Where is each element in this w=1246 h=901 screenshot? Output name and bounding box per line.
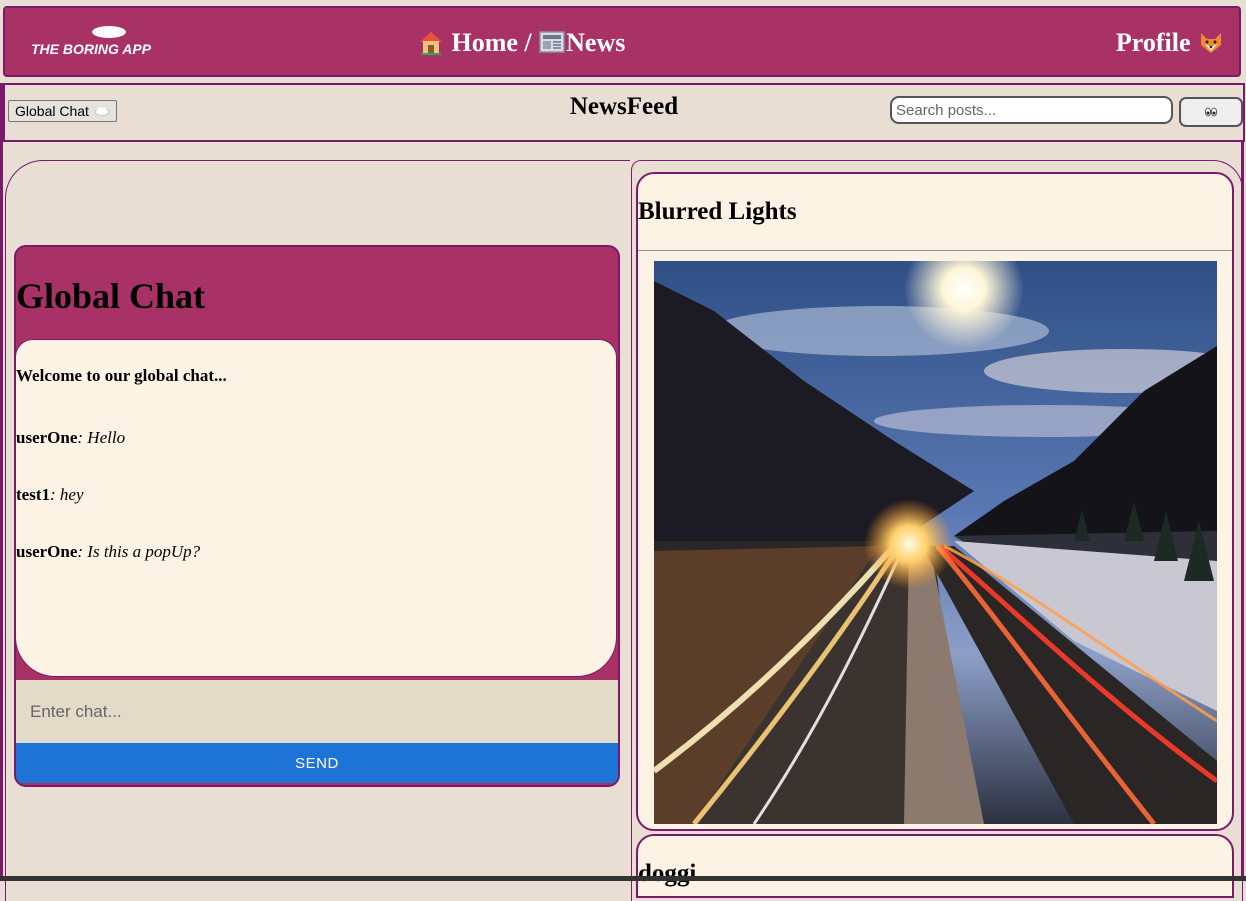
newspaper-icon — [539, 31, 565, 53]
breadcrumb-separator: / — [524, 28, 532, 57]
search-button[interactable] — [1179, 97, 1243, 127]
post-title[interactable]: Blurred Lights — [638, 198, 797, 226]
svg-text:THE BORING APP: THE BORING APP — [31, 41, 152, 57]
breadcrumb-news[interactable]: News — [566, 28, 625, 57]
chat-messages[interactable]: Welcome to our global chat... userOne: H… — [16, 339, 617, 677]
subheader: Global Chat NewsFeed — [3, 83, 1245, 142]
chat-message-text: : Is this a popUp? — [77, 542, 201, 561]
breadcrumb: Home / News — [417, 28, 625, 58]
post-card[interactable]: doggi — [636, 834, 1234, 898]
search-input[interactable] — [890, 96, 1173, 124]
chat-message-text: : Hello — [77, 428, 126, 447]
chat-input-container — [16, 680, 618, 743]
chat-message-text: : hey — [49, 485, 84, 504]
chat-message: userOne: Is this a popUp? — [16, 542, 200, 562]
chat-input[interactable] — [16, 680, 618, 743]
profile-link[interactable]: Profile — [1116, 28, 1225, 58]
chat-message-user: userOne — [16, 428, 78, 447]
post-divider — [638, 250, 1232, 251]
frame-left-border — [0, 83, 3, 881]
eyes-icon — [1205, 107, 1217, 117]
app-logo[interactable]: THE BORING APP — [29, 24, 189, 60]
chat-welcome-message: Welcome to our global chat... — [16, 366, 227, 385]
breadcrumb-home[interactable]: Home — [452, 28, 518, 57]
post-card[interactable]: Blurred Lights — [636, 172, 1234, 831]
chat-message: userOne: Hello — [16, 428, 125, 448]
window-bottom-edge — [0, 876, 1246, 881]
top-header: THE BORING APP Home / News Profile — [3, 6, 1241, 77]
global-chat-panel: Global Chat Welcome to our global chat..… — [14, 245, 620, 787]
chat-message-user: userOne — [16, 542, 78, 561]
chat-message: test1: hey — [16, 485, 84, 505]
post-title[interactable]: doggi — [638, 860, 696, 888]
post-image[interactable] — [654, 261, 1217, 824]
house-icon — [420, 32, 442, 55]
profile-label: Profile — [1115, 28, 1191, 57]
chat-message-user: test1 — [16, 485, 50, 504]
fox-icon — [1201, 33, 1221, 53]
send-button[interactable]: SEND — [16, 743, 618, 783]
chat-title: Global Chat — [16, 276, 206, 316]
